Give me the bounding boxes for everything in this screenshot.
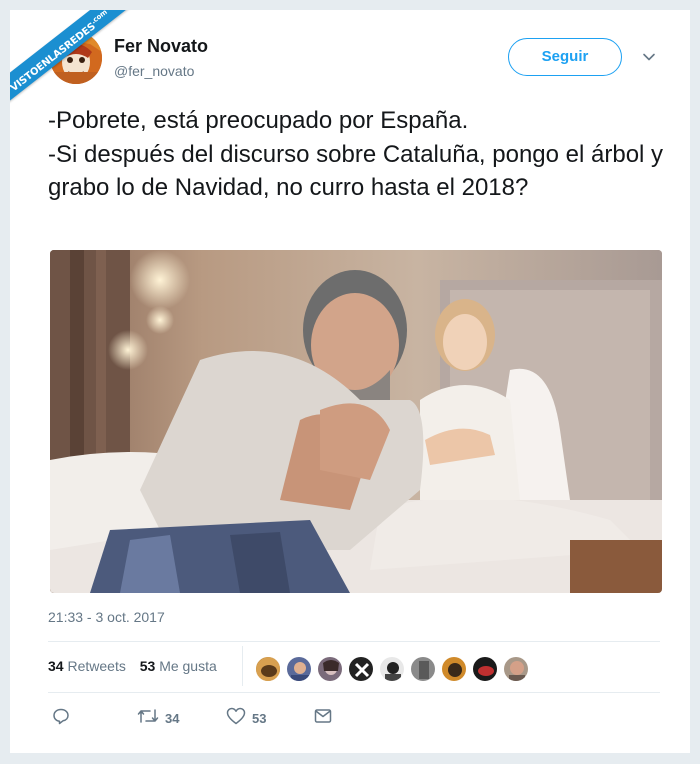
reply-icon bbox=[52, 707, 70, 730]
liker-avatar[interactable] bbox=[441, 656, 467, 682]
liker-avatar[interactable] bbox=[410, 656, 436, 682]
watermark-text: VISTOENLASREDES bbox=[10, 21, 98, 95]
likes-stat[interactable]: 53 Me gusta bbox=[140, 658, 217, 674]
stats-divider bbox=[242, 646, 243, 686]
liker-avatar[interactable] bbox=[317, 656, 343, 682]
divider bbox=[48, 641, 660, 642]
likes-label: Me gusta bbox=[159, 658, 217, 674]
like-button[interactable]: 53 bbox=[226, 707, 267, 730]
liker-avatar[interactable] bbox=[286, 656, 312, 682]
tweet-timestamp[interactable]: 21:33 - 3 oct. 2017 bbox=[48, 609, 165, 625]
divider bbox=[48, 692, 660, 693]
reply-button[interactable] bbox=[52, 708, 70, 728]
likes-count: 53 bbox=[139, 658, 156, 674]
liker-avatar[interactable] bbox=[348, 656, 374, 682]
retweet-icon bbox=[137, 707, 159, 730]
watermark-ribbon: VISTOENLASREDES.com bbox=[10, 10, 150, 130]
watermark-suffix: .com bbox=[89, 10, 109, 26]
retweet-button[interactable]: 34 bbox=[137, 708, 179, 728]
retweets-label: Retweets bbox=[67, 658, 126, 674]
tweet-card: VISTOENLASREDES.com Fer Novato @fer_nova… bbox=[10, 10, 690, 753]
liker-avatar[interactable] bbox=[379, 656, 405, 682]
tweet-photo[interactable] bbox=[50, 250, 662, 593]
like-count: 53 bbox=[252, 710, 267, 726]
retweet-count: 34 bbox=[165, 710, 180, 726]
follow-button[interactable]: Seguir bbox=[508, 38, 622, 76]
heart-icon bbox=[226, 707, 246, 730]
tweet-stats: 34 Retweets 53 Me gusta bbox=[48, 658, 217, 674]
liker-avatar[interactable] bbox=[255, 656, 281, 682]
chevron-down-icon[interactable] bbox=[642, 50, 656, 64]
liker-avatar[interactable] bbox=[472, 656, 498, 682]
retweets-stat[interactable]: 34 Retweets bbox=[48, 658, 126, 674]
direct-message-button[interactable] bbox=[314, 708, 332, 728]
retweets-count: 34 bbox=[48, 658, 64, 674]
envelope-icon bbox=[314, 708, 332, 729]
liker-avatar[interactable] bbox=[503, 656, 529, 682]
